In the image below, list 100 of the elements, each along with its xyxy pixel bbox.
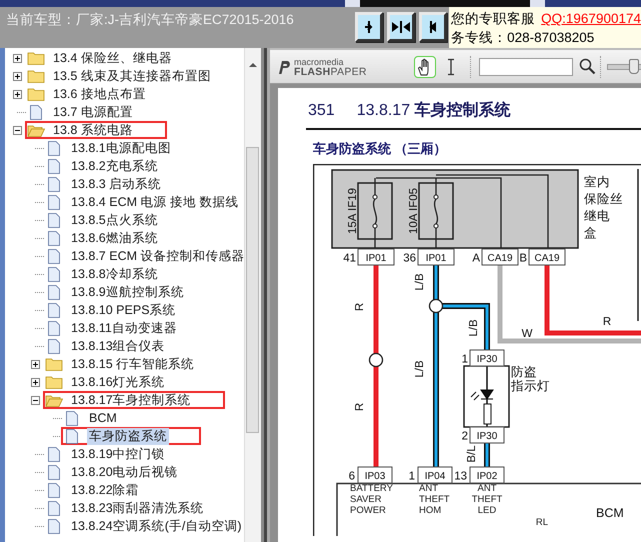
document-icon (45, 338, 63, 354)
tree-item[interactable]: 13.8.24空调系统(手/自动空调) (69, 518, 244, 534)
section-subtitle: 车身防盗系统 （三厢） (313, 140, 448, 158)
document-icon (45, 464, 63, 480)
tree-item[interactable]: 13.5 线束及其连接器布置图 (51, 68, 213, 84)
tree-item[interactable]: 13.8.16灯光系统 (69, 374, 167, 390)
wire-label: B/L (466, 445, 478, 463)
connector (470, 466, 504, 484)
hotline-text: 务专线：028-87038205 (451, 30, 594, 45)
car-model-text: 当前车型：厂家:J-吉利汽车帝豪EC72015-2016 (6, 12, 294, 27)
tree-item[interactable]: 13.8.11自动变速器 (69, 320, 179, 336)
terminal-label: RL (536, 517, 548, 528)
connector-label: IP30 (476, 354, 498, 365)
pin-number: 41 (343, 252, 356, 264)
logo-wordmark: FLASHPAPER (294, 66, 368, 76)
tree-item[interactable]: 13.8.6燃油系统 (69, 230, 160, 246)
indicator-lamp (463, 365, 510, 428)
document-icon (45, 482, 63, 498)
tree-item[interactable]: 13.8.1电源配电图 (69, 140, 173, 156)
tree-item[interactable]: 13.8.22除霜 (69, 482, 141, 498)
document-icon (45, 320, 63, 336)
tree-item[interactable]: 13.8.10 PEPS系统 (69, 302, 178, 318)
tree-item[interactable]: 13.8 系统电路 (51, 122, 135, 138)
document-icon (63, 410, 81, 426)
expand-toggle[interactable] (31, 378, 40, 386)
document-icon (45, 230, 63, 246)
module-label: BCM (596, 506, 624, 520)
search-field[interactable] (479, 58, 573, 76)
expand-toggle[interactable] (13, 72, 22, 80)
folder-icon (45, 392, 63, 408)
document-icon (45, 176, 63, 192)
document-icon (45, 500, 63, 516)
connector-label: IP04 (424, 471, 446, 482)
fuse-label: 15A IF19 (347, 188, 359, 234)
inward-arrows-icon (392, 20, 410, 34)
tree-item[interactable]: 13.7 电源配置 (51, 104, 135, 120)
expand-toggle[interactable] (31, 360, 40, 368)
pin-number: B (519, 252, 527, 264)
tree-item[interactable]: 13.8.7 ECM 设备控制和传感器 (69, 248, 244, 264)
connector (358, 248, 394, 266)
layout-button[interactable] (354, 12, 383, 42)
connector-label: IP02 (476, 471, 498, 482)
document-icon (45, 302, 63, 318)
tree-item[interactable]: 13.4 保险丝、继电器 (51, 50, 174, 66)
search-icon[interactable] (579, 58, 596, 75)
tree-item[interactable]: 13.8.3 启动系统 (69, 176, 164, 192)
splitter[interactable] (261, 48, 270, 542)
wire-label: R (602, 316, 612, 328)
tree-item[interactable]: 13.8.13组合仪表 (69, 338, 167, 354)
document-icon (45, 266, 63, 282)
splice-point (368, 352, 384, 368)
wire-label: L/B (414, 273, 426, 291)
tree-item[interactable]: 13.8.15 行车智能系统 (69, 356, 196, 372)
text-cursor-icon (447, 58, 455, 76)
slider-thumb[interactable] (629, 59, 640, 74)
connector-label: IP01 (426, 253, 446, 264)
connector (418, 466, 452, 484)
expand-toggle[interactable] (31, 396, 40, 404)
scrollbar-thumb[interactable] (246, 147, 259, 433)
arrow-left-icon (429, 20, 436, 34)
tree-item[interactable]: 13.8.2充电系统 (69, 158, 160, 174)
layout-button[interactable] (418, 12, 447, 42)
connector-label: IP03 (364, 471, 386, 482)
folder-icon (27, 86, 45, 102)
tree-item[interactable]: 13.8.4 ECM 电源 接地 数据线 (69, 194, 240, 210)
fuse-label: 10A IF05 (408, 188, 420, 234)
hand-tool-button[interactable] (414, 56, 436, 78)
splice-point (428, 298, 444, 314)
connector (470, 426, 504, 444)
page-number: 351 (308, 102, 335, 120)
folder-icon (45, 374, 63, 390)
zoom-slider[interactable] (607, 59, 641, 74)
wire-label: L/B (414, 360, 426, 378)
connector (528, 248, 566, 266)
tree-item[interactable]: 13.8.17车身控制系统 (69, 392, 193, 408)
layout-button[interactable] (386, 12, 415, 42)
expand-toggle[interactable] (13, 54, 22, 62)
folder-icon (27, 50, 45, 66)
logo-caption: macromedia (294, 56, 345, 66)
tree-item[interactable]: 13.8.8冷却系统 (69, 266, 160, 282)
tree-item[interactable]: 13.8.5点火系统 (69, 212, 160, 228)
tree-item[interactable]: BCM (87, 411, 119, 425)
connector (358, 466, 392, 484)
tree-item[interactable]: 13.8.19中控门锁 (69, 446, 167, 462)
connector-label: CA19 (488, 253, 512, 264)
expand-toggle[interactable] (13, 90, 22, 98)
folder-icon (27, 122, 45, 138)
tree-item[interactable]: 13.6 接地点布置 (51, 86, 148, 102)
expand-toggle[interactable] (13, 126, 22, 134)
tree-item[interactable]: 车身防盗系统 (87, 428, 169, 444)
document-icon (45, 158, 63, 174)
connector-label: IP30 (476, 431, 498, 442)
document-icon (45, 446, 63, 462)
tree-item[interactable]: 13.8.20电动后视镜 (69, 464, 180, 480)
wire-label: L/B (468, 319, 480, 337)
terminal-label: ANT THEFT LED (472, 483, 502, 516)
tree-item[interactable]: 13.8.23雨刮器清洗系统 (69, 500, 206, 516)
qq-link[interactable]: QQ:1967900174 (541, 11, 641, 26)
wire-label: R (354, 402, 366, 412)
tree-item[interactable]: 13.8.9巡航控制系统 (69, 284, 186, 300)
